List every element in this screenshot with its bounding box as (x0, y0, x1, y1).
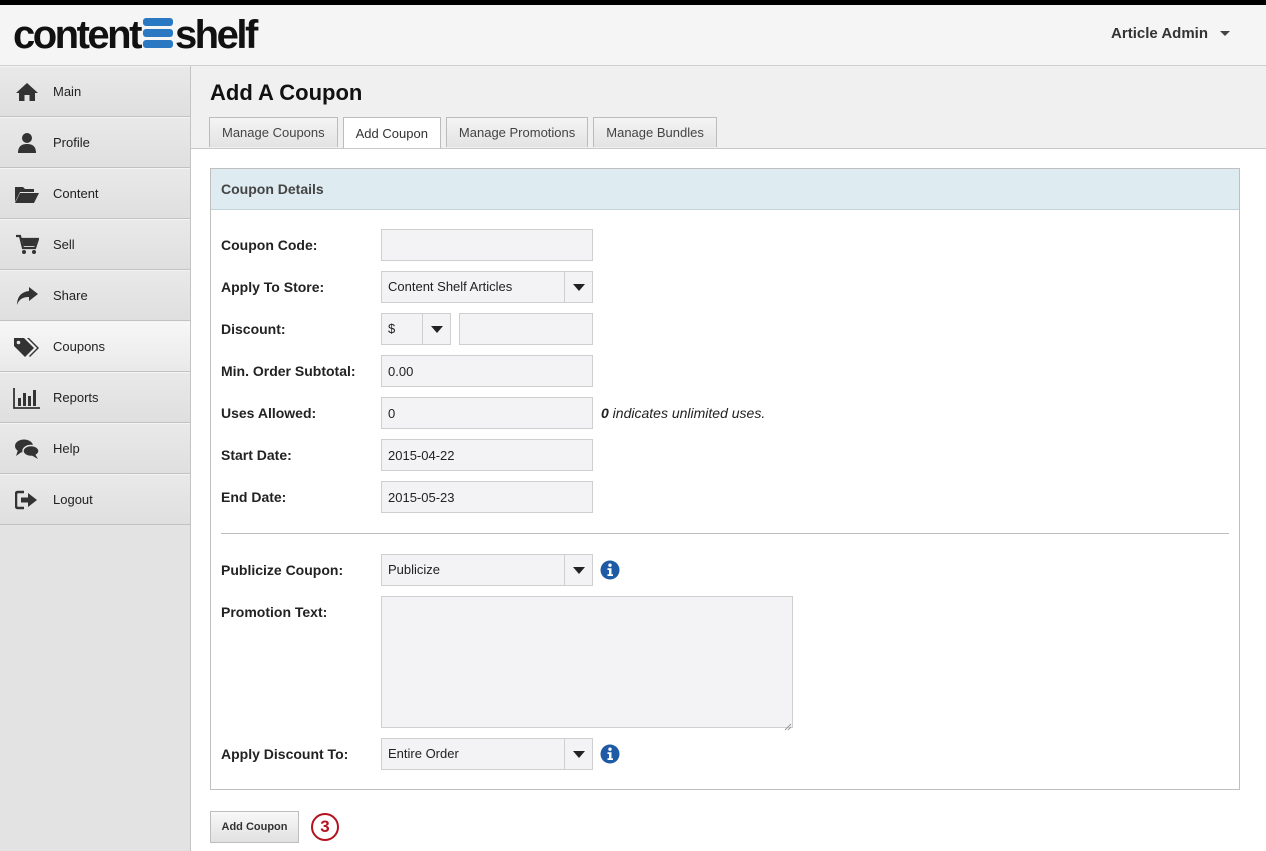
publicize-coupon-label: Publicize Coupon: (221, 562, 344, 578)
home-icon (13, 80, 41, 104)
publicize-coupon-select[interactable]: Publicize (381, 554, 593, 586)
chevron-down-icon (1220, 31, 1230, 36)
sidebar: Main Profile Content Sell Share Coupons (0, 66, 191, 851)
sidebar-item-label: Profile (53, 135, 90, 150)
tab-bar: Manage Coupons Add Coupon Manage Promoti… (209, 117, 717, 148)
sidebar-item-content[interactable]: Content (0, 168, 190, 219)
user-icon (13, 131, 41, 155)
step-number-badge: 3 (311, 813, 339, 841)
tags-icon (13, 335, 41, 359)
coupon-details-panel: Coupon Details Coupon Code: Apply To Sto… (210, 168, 1240, 790)
info-icon[interactable] (600, 744, 620, 764)
end-date-input[interactable] (381, 481, 593, 513)
logo-stack-icon (142, 16, 173, 55)
uses-hint-zero: 0 (601, 405, 609, 421)
tab-manage-promotions[interactable]: Manage Promotions (445, 117, 589, 147)
tab-add-coupon[interactable]: Add Coupon (342, 117, 441, 148)
sidebar-item-label: Help (53, 441, 80, 456)
uses-allowed-hint: 0 indicates unlimited uses. (601, 405, 765, 421)
discount-label: Discount: (221, 321, 286, 337)
resize-grip-icon[interactable] (784, 718, 792, 731)
info-icon[interactable] (600, 560, 620, 580)
uses-allowed-label: Uses Allowed: (221, 405, 317, 421)
chevron-down-icon (564, 555, 592, 585)
sidebar-item-label: Main (53, 84, 82, 99)
sidebar-item-help[interactable]: Help (0, 423, 190, 474)
promotion-text-area[interactable] (381, 596, 793, 728)
start-date-label: Start Date: (221, 447, 292, 463)
discount-amount-input[interactable] (459, 313, 593, 345)
chevron-down-icon (564, 739, 592, 769)
min-order-subtotal-label: Min. Order Subtotal: (221, 363, 356, 379)
promotion-text-label: Promotion Text: (221, 604, 328, 620)
start-date-input[interactable] (381, 439, 593, 471)
sidebar-item-label: Logout (53, 492, 93, 507)
app-header: content shelf Article Admin (0, 5, 1266, 66)
sign-out-icon (13, 488, 41, 512)
add-coupon-button[interactable]: Add Coupon (210, 811, 299, 843)
main-content: Add A Coupon Manage Coupons Add Coupon M… (191, 66, 1266, 851)
min-order-subtotal-input[interactable] (381, 355, 593, 387)
sidebar-item-share[interactable]: Share (0, 270, 190, 321)
user-menu[interactable]: Article Admin (1111, 25, 1230, 42)
apply-to-store-select[interactable]: Content Shelf Articles (381, 271, 593, 303)
uses-hint-text: indicates unlimited uses. (608, 405, 766, 421)
end-date-label: End Date: (221, 489, 287, 505)
discount-type-select[interactable]: $ (381, 313, 451, 345)
user-name: Article Admin (1111, 25, 1208, 42)
page-title: Add A Coupon (210, 80, 363, 105)
share-arrow-icon (13, 284, 41, 308)
sidebar-item-logout[interactable]: Logout (0, 474, 190, 525)
bar-chart-icon (13, 386, 41, 410)
section-divider (221, 533, 1229, 534)
discount-type-value: $ (388, 321, 396, 336)
sidebar-item-main[interactable]: Main (0, 66, 190, 117)
sidebar-item-coupons[interactable]: Coupons (0, 321, 190, 372)
sidebar-item-label: Sell (53, 237, 75, 252)
coupon-code-input[interactable] (381, 229, 593, 261)
apply-discount-to-label: Apply Discount To: (221, 746, 349, 762)
chevron-down-icon (564, 272, 592, 302)
cart-icon (13, 233, 41, 257)
apply-to-store-value: Content Shelf Articles (388, 279, 513, 294)
publicize-coupon-value: Publicize (388, 562, 441, 577)
panel-title: Coupon Details (211, 169, 1239, 210)
apply-to-store-label: Apply To Store: (221, 279, 325, 295)
coupon-code-label: Coupon Code: (221, 237, 318, 253)
sidebar-item-label: Coupons (53, 339, 106, 354)
sidebar-item-sell[interactable]: Sell (0, 219, 190, 270)
tab-manage-bundles[interactable]: Manage Bundles (593, 117, 717, 147)
logo-text-content: content (13, 13, 142, 57)
logo-text-shelf: shelf (174, 13, 258, 57)
apply-discount-to-value: Entire Order (388, 746, 459, 761)
uses-allowed-input[interactable] (381, 397, 593, 429)
tab-manage-coupons[interactable]: Manage Coupons (209, 117, 338, 147)
chevron-down-icon (422, 314, 450, 344)
sidebar-item-label: Content (53, 186, 99, 201)
sidebar-item-label: Reports (53, 390, 99, 405)
apply-discount-to-select[interactable]: Entire Order (381, 738, 593, 770)
sidebar-item-label: Share (53, 288, 88, 303)
chat-bubbles-icon (13, 437, 41, 461)
sidebar-item-profile[interactable]: Profile (0, 117, 190, 168)
content-shelf-logo[interactable]: content shelf (13, 13, 258, 57)
title-band: Add A Coupon Manage Coupons Add Coupon M… (191, 66, 1266, 149)
folder-open-icon (13, 182, 41, 206)
sidebar-item-reports[interactable]: Reports (0, 372, 190, 423)
